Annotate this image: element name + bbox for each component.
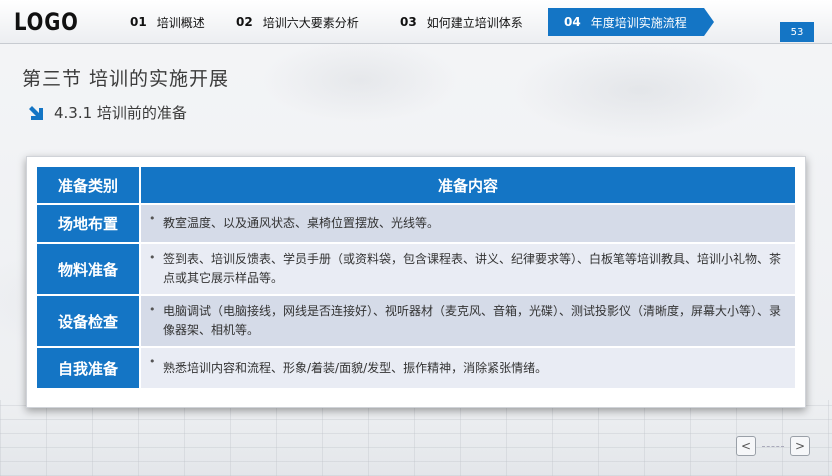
bullet: •	[149, 355, 156, 368]
nav-number: 02	[236, 15, 253, 29]
row-category: 自我准备	[37, 348, 141, 388]
sub-title-text: 4.3.1 培训前的准备	[54, 104, 187, 122]
row-content-cell: • 签到表、培训反馈表、学员手册（或资料袋，包含课程表、讲义、纪律要求等）、白板…	[141, 244, 795, 294]
arrow-down-right-icon	[29, 105, 43, 120]
nav-item-build-system[interactable]: 03 如何建立培训体系	[400, 8, 523, 36]
nav-number: 04	[564, 15, 581, 29]
table-row: 设备检查 • 电脑调试（电脑接线，网线是否连接好）、视听器材（麦克风、音箱，光碟…	[37, 296, 795, 346]
sub-title: 4.3.1 培训前的准备	[26, 102, 187, 123]
row-content: 签到表、培训反馈表、学员手册（或资料袋，包含课程表、讲义、纪律要求等）、白板笔等…	[163, 252, 782, 285]
nav-label: 培训六大要素分析	[262, 15, 359, 30]
pager-divider	[762, 446, 784, 447]
row-content-cell: • 熟悉培训内容和流程、形象/着装/面貌/发型、振作精神，消除紧张情绪。	[141, 348, 795, 388]
table-header-row: 准备类别 准备内容	[37, 167, 795, 203]
table-row: 物料准备 • 签到表、培训反馈表、学员手册（或资料袋，包含课程表、讲义、纪律要求…	[37, 244, 795, 294]
nav-item-annual-process-active[interactable]: 04 年度培训实施流程	[548, 8, 714, 36]
page-number-badge: 53	[780, 22, 814, 42]
nav-label: 年度培训实施流程	[590, 15, 687, 30]
nav-label: 如何建立培训体系	[426, 15, 523, 30]
logo: LOGO	[14, 8, 79, 36]
nav-item-six-elements[interactable]: 02 培训六大要素分析	[236, 8, 359, 36]
row-content: 电脑调试（电脑接线，网线是否连接好）、视听器材（麦克风、音箱，光碟）、测试投影仪…	[163, 304, 782, 337]
column-header-content: 准备内容	[141, 167, 795, 203]
row-content: 教室温度、以及通风状态、桌椅位置摆放、光线等。	[163, 216, 440, 230]
table-row: 场地布置 • 教室温度、以及通风状态、桌椅位置摆放、光线等。	[37, 205, 795, 242]
column-header-category: 准备类别	[37, 167, 141, 203]
nav-number: 01	[130, 15, 147, 29]
previous-page-button[interactable]: <	[736, 436, 756, 456]
nav-label: 培训概述	[156, 15, 205, 30]
nav-number: 03	[400, 15, 417, 29]
preparation-table: 准备类别 准备内容 场地布置 • 教室温度、以及通风状态、桌椅位置摆放、光线等。…	[37, 165, 795, 390]
bullet: •	[149, 303, 156, 316]
preparation-table-card: 准备类别 准备内容 场地布置 • 教室温度、以及通风状态、桌椅位置摆放、光线等。…	[26, 156, 806, 408]
nav-item-overview[interactable]: 01 培训概述	[130, 8, 205, 36]
table-row: 自我准备 • 熟悉培训内容和流程、形象/着装/面貌/发型、振作精神，消除紧张情绪…	[37, 348, 795, 388]
row-category: 设备检查	[37, 296, 141, 346]
row-content: 熟悉培训内容和流程、形象/着装/面貌/发型、振作精神，消除紧张情绪。	[163, 360, 548, 375]
section-title: 第三节 培训的实施开展	[22, 68, 230, 90]
bullet: •	[149, 251, 156, 264]
row-category: 场地布置	[37, 205, 141, 242]
floor-grid-decoration	[0, 400, 832, 476]
bullet: •	[149, 212, 156, 225]
row-content-cell: • 电脑调试（电脑接线，网线是否连接好）、视听器材（麦克风、音箱，光碟）、测试投…	[141, 296, 795, 346]
row-content-cell: • 教室温度、以及通风状态、桌椅位置摆放、光线等。	[141, 205, 795, 242]
next-page-button[interactable]: >	[790, 436, 810, 456]
row-category: 物料准备	[37, 244, 141, 294]
top-navigation-bar: LOGO 01 培训概述 02 培训六大要素分析 03 如何建立培训体系 04 …	[0, 0, 832, 44]
